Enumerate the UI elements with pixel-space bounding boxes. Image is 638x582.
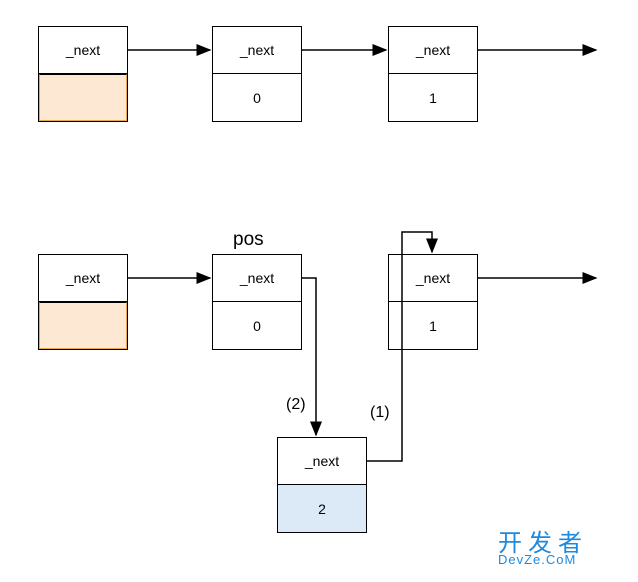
row2-node-1-top: _next (389, 255, 477, 302)
row2-node-1-bottom: 1 (389, 302, 477, 349)
row1-node-1: _next 1 (388, 26, 478, 122)
row1-node-1-bottom: 1 (389, 74, 477, 121)
row2-node-0-bottom: 0 (213, 302, 301, 349)
row2-node-0-top: _next (213, 255, 301, 302)
row1-head-top: _next (39, 27, 127, 74)
step2-label: (2) (286, 396, 306, 414)
pos-label: pos (233, 229, 264, 251)
row1-head-bottom (39, 74, 127, 121)
row1-head-node: _next (38, 26, 128, 122)
row1-node-0: _next 0 (212, 26, 302, 122)
row2-node-1: _next 1 (388, 254, 478, 350)
row1-node-0-top: _next (213, 27, 301, 74)
inserted-node-bottom: 2 (278, 485, 366, 532)
row2-head-node: _next (38, 254, 128, 350)
row2-head-top: _next (39, 255, 127, 302)
row1-node-0-bottom: 0 (213, 74, 301, 121)
watermark-sub: DevZe.CoM (498, 552, 576, 567)
inserted-node-top: _next (278, 438, 366, 485)
step1-label: (1) (370, 404, 390, 422)
row1-node-1-top: _next (389, 27, 477, 74)
row2-head-bottom (39, 302, 127, 349)
row2-node-0: _next 0 (212, 254, 302, 350)
inserted-node: _next 2 (277, 437, 367, 533)
